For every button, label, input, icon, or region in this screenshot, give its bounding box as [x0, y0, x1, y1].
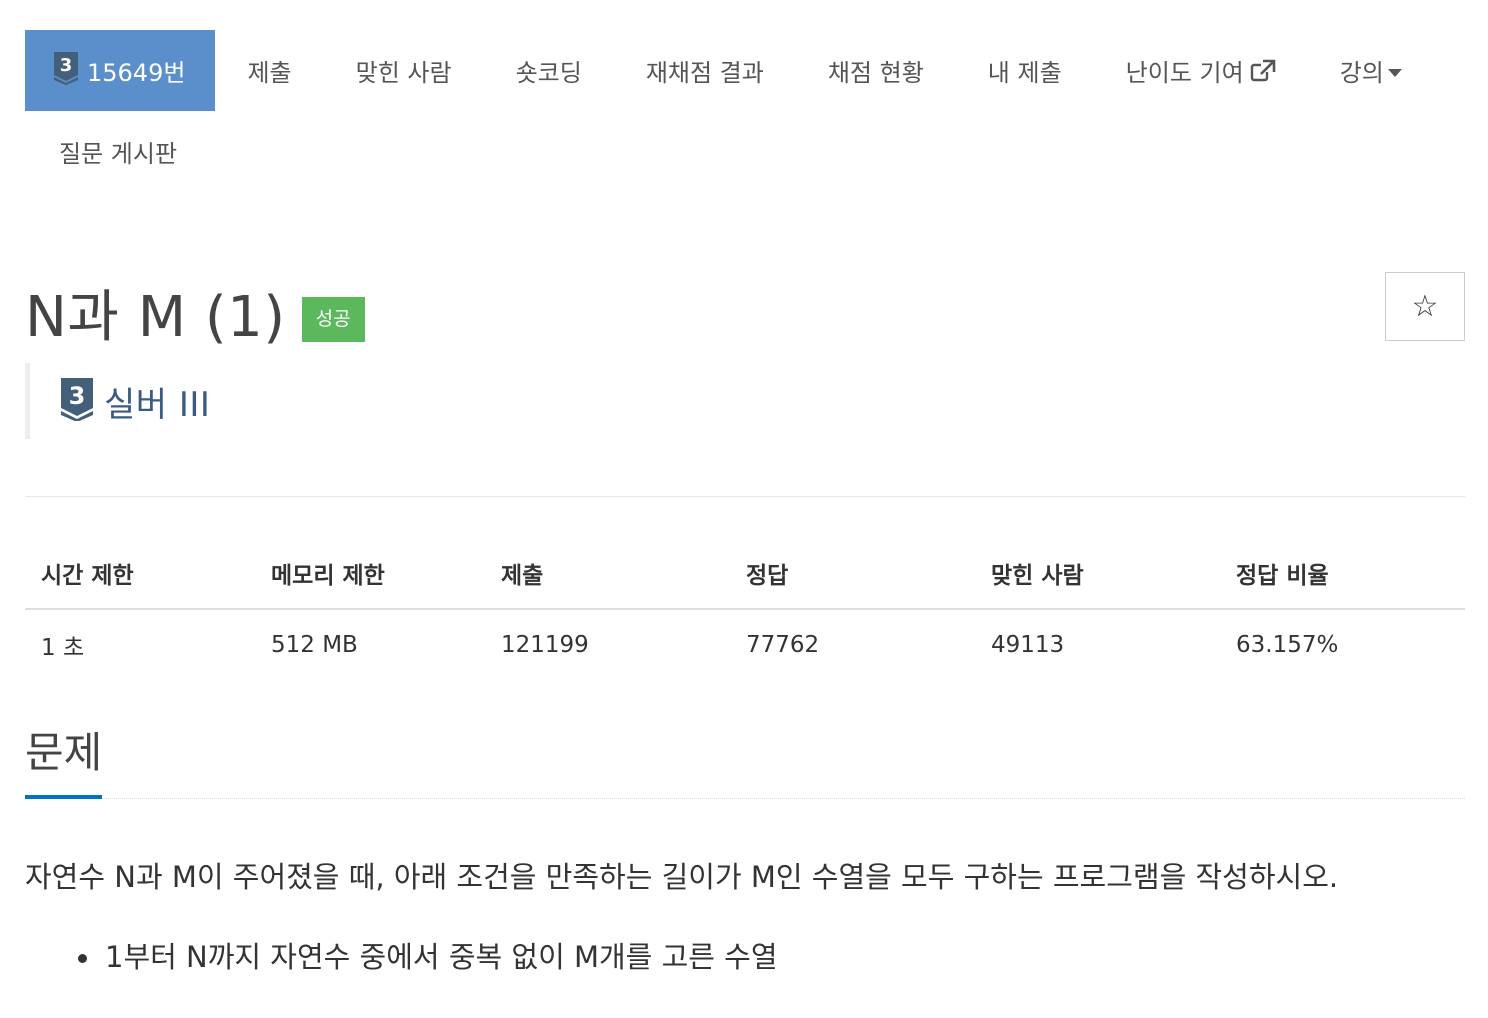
cell-accepted: 77762	[746, 632, 820, 658]
tier-label[interactable]: 실버 III	[104, 377, 210, 426]
header-solved-users: 맞힌 사람	[975, 538, 1220, 610]
tab-question-board-label: 질문 게시판	[59, 140, 178, 168]
condition-list: 1부터 N까지 자연수 중에서 중복 없이 M개를 고른 수열	[25, 936, 1465, 978]
tab-my-submissions[interactable]: 내 제출	[956, 30, 1094, 111]
problem-nav: 3 15649번 제출 맞힌 사람 숏코딩 재채점 결과 채점 현황 내 제출 …	[25, 30, 1465, 192]
silver-tier-icon: 3	[60, 377, 94, 425]
tab-difficulty-contribute[interactable]: 난이도 기여	[1094, 30, 1308, 111]
tab-difficulty-contribute-label: 난이도 기여	[1125, 59, 1244, 87]
tab-rejudge-results-label: 재채점 결과	[645, 59, 764, 87]
silver-tier-icon: 3	[53, 51, 79, 91]
cell-accept-ratio: 63.157%	[1236, 632, 1339, 658]
tab-rejudge-results[interactable]: 재채점 결과	[614, 30, 796, 111]
problem-nav-row-2: 질문 게시판	[25, 111, 1465, 192]
header-accepted: 정답	[730, 538, 975, 610]
header-memory-limit: 메모리 제한	[255, 538, 485, 610]
divider	[25, 496, 1465, 497]
tab-solved-users[interactable]: 맞힌 사람	[324, 30, 484, 111]
tab-problem-number[interactable]: 3 15649번	[25, 30, 216, 111]
external-link-icon	[1250, 59, 1276, 83]
tier-blockquote: 3 실버 III	[25, 363, 210, 439]
header-submissions: 제출	[485, 538, 730, 610]
tier-digit: 3	[69, 382, 86, 410]
problem-title: N과 M (1)	[25, 285, 286, 350]
tab-judge-status[interactable]: 채점 현황	[796, 30, 956, 111]
tab-solved-users-label: 맞힌 사람	[355, 59, 452, 87]
tab-my-submissions-label: 내 제출	[987, 59, 1062, 87]
tab-short-coding[interactable]: 숏코딩	[484, 30, 614, 111]
status-badge: 성공	[301, 297, 365, 342]
tab-submit[interactable]: 제출	[215, 30, 323, 111]
table-header-row: 시간 제한 메모리 제한 제출 정답 맞힌 사람 정답 비율	[25, 538, 1465, 610]
tab-short-coding-label: 숏코딩	[515, 59, 582, 87]
tab-question-board[interactable]: 질문 게시판	[25, 111, 209, 192]
table-row: 1 초 512 MB 121199 77762 49113 63.157%	[25, 609, 1465, 680]
favorite-star-button[interactable]: ☆	[1385, 272, 1465, 341]
header-time-limit: 시간 제한	[25, 538, 255, 610]
cell-time-limit: 1 초	[41, 635, 85, 661]
caret-down-icon	[1387, 68, 1402, 77]
header-accept-ratio: 정답 비율	[1220, 538, 1465, 610]
problem-description: 자연수 N과 M이 주어졌을 때, 아래 조건을 만족하는 길이가 M인 수열을…	[25, 860, 1339, 894]
problem-nav-row: 3 15649번 제출 맞힌 사람 숏코딩 재채점 결과 채점 현황 내 제출 …	[25, 30, 1465, 111]
list-item: 1부터 N까지 자연수 중에서 중복 없이 M개를 고른 수열	[25, 936, 1465, 978]
problem-info-table: 시간 제한 메모리 제한 제출 정답 맞힌 사람 정답 비율 1 초 512 M…	[25, 538, 1465, 680]
tab-lectures-dropdown[interactable]: 강의	[1308, 30, 1434, 111]
tab-judge-status-label: 채점 현황	[827, 59, 924, 87]
section-title: 문제	[25, 722, 103, 799]
problem-title-row: N과 M (1) 성공	[25, 272, 365, 353]
cell-solved-users: 49113	[991, 632, 1065, 658]
tab-lectures-label: 강의	[1339, 59, 1384, 87]
tab-submit-label: 제출	[247, 59, 292, 87]
tier-digit: 3	[60, 55, 73, 76]
cell-memory-limit: 512 MB	[271, 632, 358, 658]
cell-submissions: 121199	[501, 632, 589, 658]
star-icon: ☆	[1411, 289, 1439, 324]
tab-problem-number-label: 15649번	[87, 59, 186, 87]
problem-section-header: 문제	[25, 722, 1465, 799]
